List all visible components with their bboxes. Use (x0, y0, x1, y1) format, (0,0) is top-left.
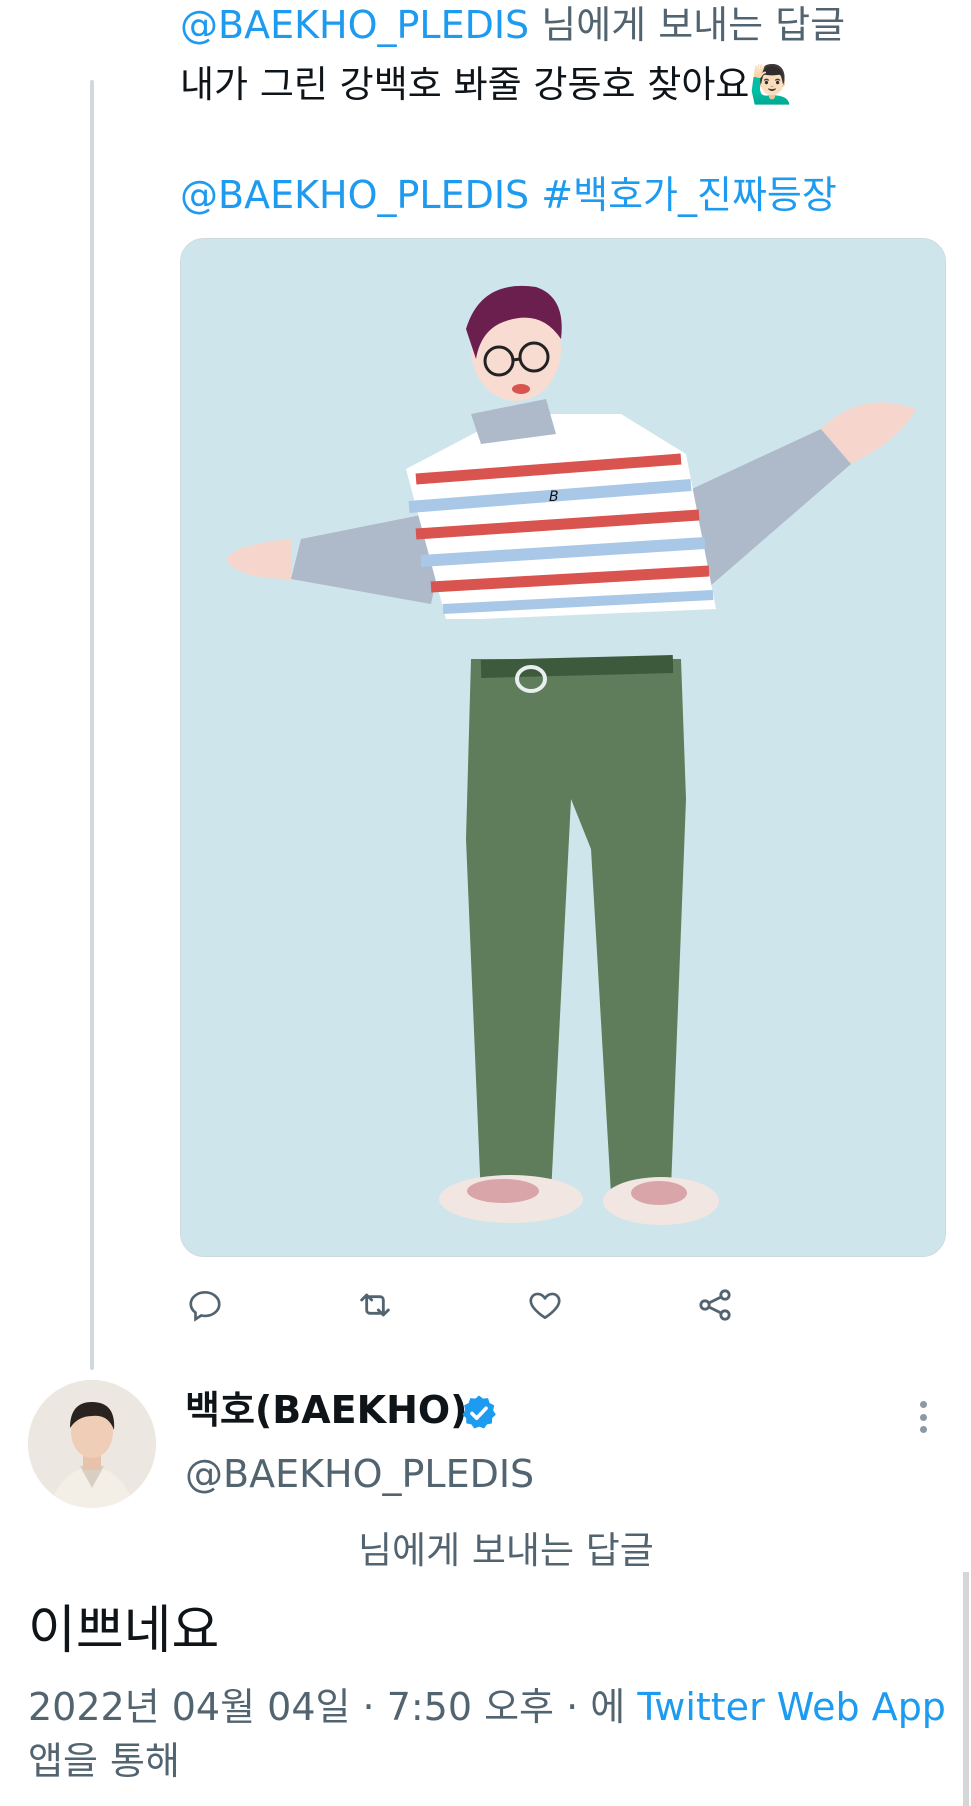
verified-badge-icon (459, 1393, 499, 1433)
timestamp[interactable]: 2022년 04월 04일 · 7:50 오후 · 에 (28, 1685, 625, 1729)
user-handle[interactable]: @BAEKHO_PLEDIS (185, 1450, 534, 1498)
more-options-icon[interactable] (905, 1395, 941, 1439)
avatar[interactable] (28, 1380, 156, 1508)
raising-hand-emoji: 🙋🏻‍♂️ (749, 63, 796, 106)
share-button[interactable] (690, 1280, 740, 1330)
tweet-image[interactable]: B (180, 238, 946, 1257)
tweet-text: 내가 그린 강백호 봐줄 강동호 찾아요🙋🏻‍♂️ (180, 62, 795, 108)
reply-button[interactable] (180, 1280, 230, 1330)
source-suffix: 앱을 통해 (28, 1739, 180, 1783)
heart-icon (529, 1292, 561, 1320)
display-name[interactable]: 백호(BAEKHO) (185, 1386, 468, 1434)
svg-text:B: B (549, 489, 559, 505)
tweet-mention-link[interactable]: @BAEKHO_PLEDIS (180, 173, 529, 217)
illustration-of-person-in-striped-sweater: B (181, 239, 945, 1256)
replying-to-line: @BAEKHO_PLEDIS 님에게 보내는 답글 (180, 2, 845, 48)
comment-icon (189, 1290, 221, 1322)
tweet-tags: @BAEKHO_PLEDIS #백호가_진짜등장 (180, 172, 837, 218)
like-button[interactable] (520, 1280, 570, 1330)
retweet-icon (360, 1293, 390, 1317)
reply-text: 이쁘네요 (28, 1601, 220, 1661)
hashtag-link[interactable]: #백호가_진짜등장 (541, 173, 837, 217)
replying-to-mention-link[interactable]: @BAEKHO_PLEDIS (180, 3, 529, 47)
replying-to-suffix: 님에게 보내는 답글 (541, 3, 846, 47)
retweet-button[interactable] (350, 1280, 400, 1330)
tweet-metadata: 2022년 04월 04일 · 7:50 오후 · 에 Twitter Web … (28, 1682, 946, 1732)
thread-connector-line (90, 80, 94, 1370)
tweet-actions (180, 1280, 860, 1330)
scrollbar[interactable] (963, 1572, 969, 1806)
source-link[interactable]: Twitter Web App (637, 1685, 946, 1729)
profile-photo (28, 1380, 156, 1508)
share-icon (699, 1289, 731, 1321)
tweet-body: 내가 그린 강백호 봐줄 강동호 찾아요 (180, 63, 750, 106)
replying-to-label: 님에게 보내는 답글 (358, 1529, 654, 1572)
